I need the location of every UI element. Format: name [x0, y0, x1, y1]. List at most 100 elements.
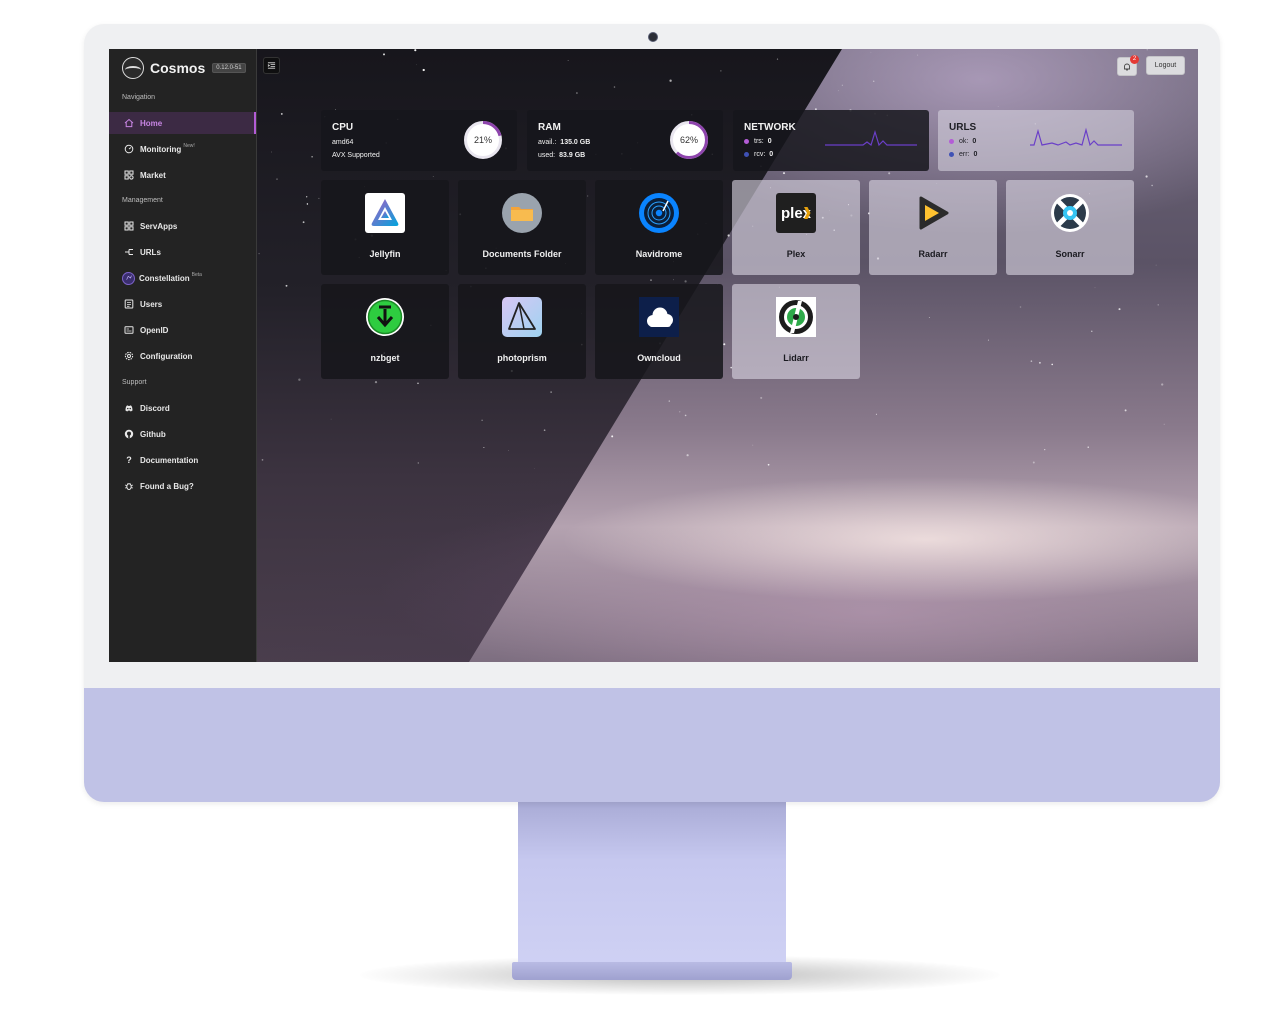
notification-count-badge: 2	[1130, 55, 1139, 64]
app-label: Plex	[786, 249, 806, 259]
network-sparkline	[825, 129, 917, 147]
trs-dot	[744, 138, 749, 144]
app-tile-jellyfin[interactable]: Jellyfin	[321, 180, 449, 275]
sidebar-item-discord[interactable]: Discord	[109, 397, 256, 419]
app-label: photoprism	[497, 353, 547, 363]
sidebar-item-urls[interactable]: URLs	[109, 241, 256, 263]
app-label: Sonarr	[1055, 249, 1085, 259]
app-tile-sonarr[interactable]: Sonarr	[1006, 180, 1134, 275]
ok-label: ok:	[959, 138, 969, 145]
link-icon	[124, 247, 134, 257]
menu-toggle-button[interactable]	[263, 57, 280, 74]
app-tile-nzbget[interactable]: nzbget	[321, 284, 449, 379]
sidebar-item-label: Configuration	[140, 351, 193, 361]
network-rcv: rcv: 0	[744, 151, 773, 158]
rcv-label: rcv:	[754, 151, 766, 158]
app-label: Radarr	[918, 249, 948, 259]
logout-button[interactable]: Logout	[1146, 56, 1185, 75]
sidebar-item-label: Discord	[140, 403, 170, 413]
sidebar-item-monitoring[interactable]: Monitoring New!	[109, 138, 256, 160]
beta-tag: Beta	[191, 272, 202, 278]
app-label: nzbget	[370, 353, 400, 363]
owncloud-icon	[639, 297, 679, 337]
cpu-usage: 21%	[473, 135, 492, 145]
cpu-arch: amd64	[332, 139, 354, 146]
app-tile-navidrome[interactable]: Navidrome	[595, 180, 723, 275]
sidebar-item-users[interactable]: Users	[109, 293, 256, 315]
dashboard-icon	[124, 144, 134, 154]
question-icon: ?	[126, 455, 132, 465]
urls-ok: ok: 0	[949, 138, 976, 145]
ram-title: RAM	[538, 122, 561, 133]
ram-avail-label: avail.:	[538, 139, 557, 146]
ram-usage: 62%	[679, 135, 698, 145]
sidebar-item-label: Github	[140, 429, 166, 439]
ok-value: 0	[972, 138, 977, 145]
sidebar-item-documentation[interactable]: ? Documentation	[109, 449, 256, 471]
app-tile-documents-folder[interactable]: Documents Folder	[458, 180, 586, 275]
cpu-card: CPU amd64 AVX Supported 21%	[321, 110, 517, 171]
monitor-chin	[84, 688, 1220, 802]
app-tile-owncloud[interactable]: Owncloud	[595, 284, 723, 379]
sidebar-item-label: Market	[140, 170, 166, 180]
gear-icon	[124, 351, 134, 361]
trs-value: 0	[767, 138, 772, 145]
app-name: Cosmos	[150, 60, 206, 76]
monitor-stand-foot	[512, 962, 792, 980]
brand[interactable]: Cosmos 0.12.0-51	[122, 56, 246, 80]
ram-card: RAM avail.: 135.0 GB used: 83.9 GB 62%	[527, 110, 723, 171]
app-tile-lidarr[interactable]: Lidarr	[732, 284, 860, 379]
radarr-icon	[919, 196, 949, 230]
urls-card: URLS ok: 0 err: 0	[938, 110, 1134, 171]
lidarr-icon	[776, 297, 816, 337]
sidebar-item-label: Monitoring	[140, 144, 182, 154]
cpu-title: CPU	[332, 122, 354, 133]
sidebar-item-constellation[interactable]: Constellation Beta	[109, 267, 256, 289]
photoprism-icon	[502, 297, 542, 337]
sidebar-item-configuration[interactable]: Configuration	[109, 345, 256, 367]
notifications-button[interactable]: 2	[1117, 55, 1139, 76]
sidebar-item-found-a-bug[interactable]: Found a Bug?	[109, 475, 256, 497]
sidebar-item-servapps[interactable]: ServApps	[109, 215, 256, 237]
camera-icon	[648, 32, 658, 42]
id-card-icon	[124, 325, 134, 335]
grid-icon	[124, 221, 134, 231]
version-badge: 0.12.0-51	[212, 63, 246, 73]
sidebar-item-github[interactable]: Github	[109, 423, 256, 445]
network-card: NETWORK trs: 0 rcv: 0	[733, 110, 929, 171]
sidebar-item-label: Found a Bug?	[140, 481, 194, 491]
sidebar-item-market[interactable]: Market	[109, 164, 256, 186]
ram-avail: avail.: 135.0 GB	[538, 139, 590, 146]
screen: Cosmos 0.12.0-51 Navigation Management S…	[109, 49, 1198, 662]
home-icon	[124, 118, 134, 128]
sidebar-item-openid[interactable]: OpenID	[109, 319, 256, 341]
ram-used-value: 83.9 GB	[559, 152, 586, 159]
navidrome-icon	[639, 193, 679, 233]
app-tile-photoprism[interactable]: photoprism	[458, 284, 586, 379]
err-dot	[949, 151, 954, 157]
jellyfin-icon	[365, 193, 405, 233]
app-tile-plex[interactable]: plex Plex	[732, 180, 860, 275]
app-label: Documents Folder	[482, 249, 562, 259]
monitor-stand-neck	[518, 802, 786, 970]
cosmos-logo-icon	[122, 57, 144, 79]
section-management: Management	[122, 197, 163, 204]
app-label: Owncloud	[637, 353, 681, 363]
discord-icon	[124, 403, 134, 413]
monitor-frame: Cosmos 0.12.0-51 Navigation Management S…	[84, 24, 1220, 802]
nzbget-icon	[366, 298, 404, 336]
ok-dot	[949, 138, 954, 144]
sidebar-item-label: Home	[140, 118, 163, 128]
sidebar: Cosmos 0.12.0-51 Navigation Management S…	[109, 49, 257, 662]
app-tile-radarr[interactable]: Radarr	[869, 180, 997, 275]
ram-gauge: 62%	[670, 121, 708, 159]
urls-title: URLS	[949, 122, 977, 133]
plex-icon: plex	[776, 193, 816, 233]
trs-label: trs:	[754, 138, 764, 145]
network-trs: trs: 0	[744, 138, 772, 145]
ram-used-label: used:	[538, 152, 556, 159]
app-label: Jellyfin	[369, 249, 401, 259]
constellation-icon	[122, 271, 135, 285]
ram-used: used: 83.9 GB	[538, 152, 585, 159]
sidebar-item-home[interactable]: Home	[109, 112, 256, 134]
